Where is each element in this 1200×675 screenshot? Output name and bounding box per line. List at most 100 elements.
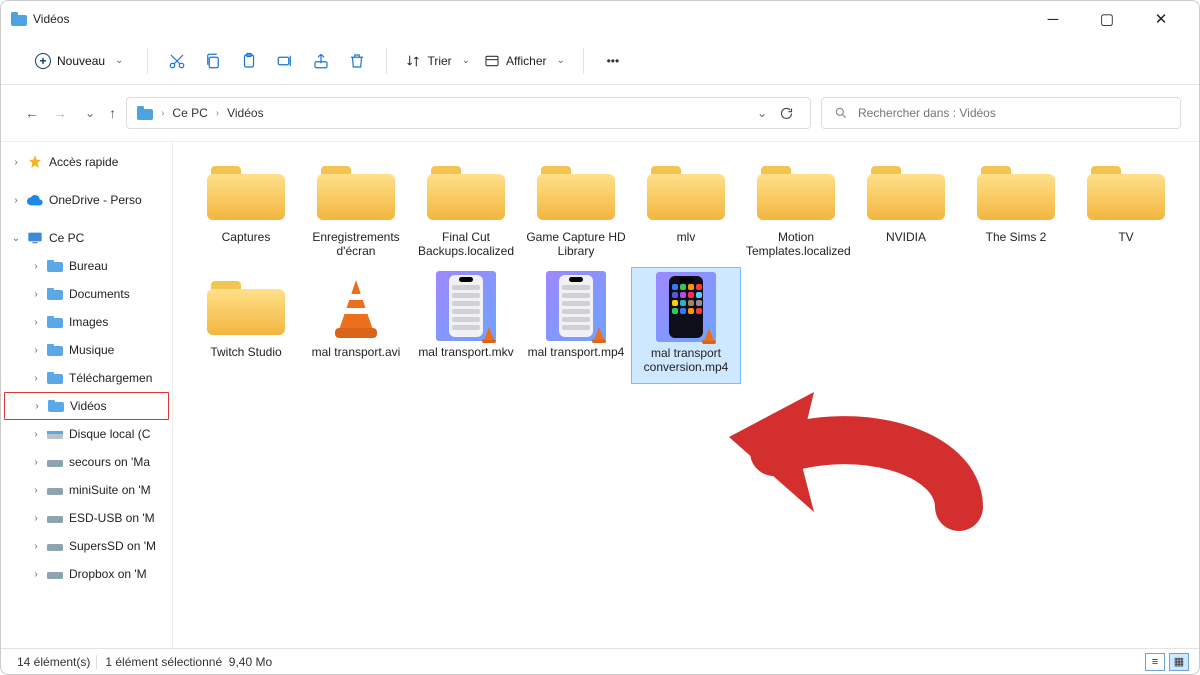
window-title-group: Vidéos — [11, 12, 69, 26]
search-icon — [834, 106, 848, 120]
cloud-icon — [27, 194, 43, 206]
sidebar-net2[interactable]: ›miniSuite on 'M — [1, 476, 172, 504]
folder-item[interactable]: Enregistrements d'écran — [301, 152, 411, 267]
vlc-cone-icon — [325, 274, 387, 338]
details-view-button[interactable]: ≡ — [1145, 653, 1165, 671]
file-item[interactable]: mal transport.mp4 — [521, 267, 631, 384]
sidebar-desktop[interactable]: ›Bureau — [1, 252, 172, 280]
folder-icon — [47, 344, 63, 356]
view-button[interactable]: Afficher ⌄ — [478, 44, 571, 78]
refresh-button[interactable] — [779, 106, 794, 121]
maximize-button[interactable]: ▢ — [1087, 5, 1127, 33]
sidebar-net1[interactable]: ›secours on 'Ma — [1, 448, 172, 476]
back-button[interactable]: ← — [25, 105, 39, 121]
nav-row: ← → ⌄ ↑ › Ce PC › Vidéos ⌄ — [1, 91, 1199, 135]
drive-icon — [47, 484, 63, 496]
drive-icon — [47, 540, 63, 552]
folder-icon — [427, 162, 505, 220]
search-input[interactable] — [858, 106, 1168, 120]
vlc-overlay-icon — [700, 326, 718, 344]
video-thumbnail — [546, 271, 606, 341]
folder-icon — [977, 162, 1055, 220]
new-label: Nouveau — [57, 54, 105, 68]
new-button[interactable]: + Nouveau ⌄ — [23, 44, 135, 78]
folder-icon — [317, 162, 395, 220]
folder-icon — [867, 162, 945, 220]
chevron-right-icon: › — [216, 108, 219, 119]
drive-icon — [47, 568, 63, 580]
folder-icon — [47, 372, 63, 384]
file-item[interactable]: mal transport.avi — [301, 267, 411, 384]
sidebar-downloads[interactable]: ›Téléchargemen — [1, 364, 172, 392]
sidebar-net5[interactable]: ›Dropbox on 'M — [1, 560, 172, 588]
folder-icon — [47, 260, 63, 272]
sidebar: ›Accès rapide ›OneDrive - Perso ⌄Ce PC ›… — [1, 142, 173, 648]
cut-button[interactable] — [160, 44, 194, 78]
folder-item[interactable]: Final Cut Backups.localized — [411, 152, 521, 267]
drive-icon — [47, 456, 63, 468]
sidebar-net4[interactable]: ›SupersSD on 'M — [1, 532, 172, 560]
address-bar[interactable]: › Ce PC › Vidéos ⌄ — [126, 97, 811, 129]
folder-item[interactable]: The Sims 2 — [961, 152, 1071, 267]
address-dropdown[interactable]: ⌄ — [757, 106, 767, 120]
recent-button[interactable]: ⌄ — [85, 106, 95, 120]
rename-button[interactable] — [268, 44, 302, 78]
sidebar-quick-access[interactable]: ›Accès rapide — [1, 148, 172, 176]
content-area[interactable]: Captures Enregistrements d'écran Final C… — [173, 142, 1199, 648]
vlc-overlay-icon — [480, 325, 498, 343]
folder-item[interactable]: Captures — [191, 152, 301, 267]
breadcrumb-segment[interactable]: Vidéos — [227, 106, 263, 120]
more-button[interactable]: ••• — [596, 44, 630, 78]
folder-item[interactable]: Twitch Studio — [191, 267, 301, 384]
folder-icon — [207, 162, 285, 220]
folder-icon — [757, 162, 835, 220]
forward-button[interactable]: → — [53, 105, 67, 121]
share-button[interactable] — [304, 44, 338, 78]
folder-icon — [537, 162, 615, 220]
folder-item[interactable]: mlv — [631, 152, 741, 267]
sidebar-local-disk[interactable]: ›Disque local (C — [1, 420, 172, 448]
sidebar-this-pc[interactable]: ⌄Ce PC — [1, 224, 172, 252]
sidebar-images[interactable]: ›Images — [1, 308, 172, 336]
monitor-icon — [27, 231, 43, 245]
videos-folder-icon — [11, 12, 27, 26]
video-thumbnail — [656, 272, 716, 342]
sort-button[interactable]: Trier ⌄ — [399, 44, 476, 78]
copy-button[interactable] — [196, 44, 230, 78]
sidebar-onedrive[interactable]: ›OneDrive - Perso — [1, 186, 172, 214]
breadcrumb-segment[interactable]: Ce PC — [172, 106, 207, 120]
icons-view-button[interactable]: ▦ — [1169, 653, 1189, 671]
folder-icon — [47, 288, 63, 300]
folder-item[interactable]: TV — [1071, 152, 1181, 267]
close-button[interactable]: ✕ — [1141, 5, 1181, 33]
title-bar: Vidéos ─ ▢ ✕ — [1, 1, 1199, 37]
folder-item[interactable]: Game Capture HD Library — [521, 152, 631, 267]
video-thumbnail — [436, 271, 496, 341]
folder-icon — [48, 400, 64, 412]
chevron-right-icon: › — [161, 108, 164, 119]
folder-icon — [47, 316, 63, 328]
view-label: Afficher — [506, 54, 546, 68]
up-button[interactable]: ↑ — [109, 105, 116, 121]
sidebar-net3[interactable]: ›ESD-USB on 'M — [1, 504, 172, 532]
sidebar-videos[interactable]: ›Vidéos — [4, 392, 169, 420]
folder-item[interactable]: NVIDIA — [851, 152, 961, 267]
sidebar-documents[interactable]: ›Documents — [1, 280, 172, 308]
item-grid: Captures Enregistrements d'écran Final C… — [191, 152, 1195, 384]
sidebar-music[interactable]: ›Musique — [1, 336, 172, 364]
search-box[interactable] — [821, 97, 1181, 129]
minimize-button[interactable]: ─ — [1033, 5, 1073, 33]
delete-button[interactable] — [340, 44, 374, 78]
file-item[interactable]: mal transport.mkv — [411, 267, 521, 384]
window-title: Vidéos — [33, 12, 69, 26]
chevron-down-icon: ⌄ — [462, 55, 470, 66]
drive-icon — [47, 428, 63, 440]
file-item-selected[interactable]: mal transport conversion.mp4 — [631, 267, 741, 384]
chevron-down-icon: ⌄ — [557, 55, 565, 66]
folder-icon — [207, 277, 285, 335]
paste-button[interactable] — [232, 44, 266, 78]
annotation-arrow — [729, 392, 989, 562]
folder-item[interactable]: Motion Templates.localized — [741, 152, 851, 267]
folder-icon — [1087, 162, 1165, 220]
folder-icon — [647, 162, 725, 220]
